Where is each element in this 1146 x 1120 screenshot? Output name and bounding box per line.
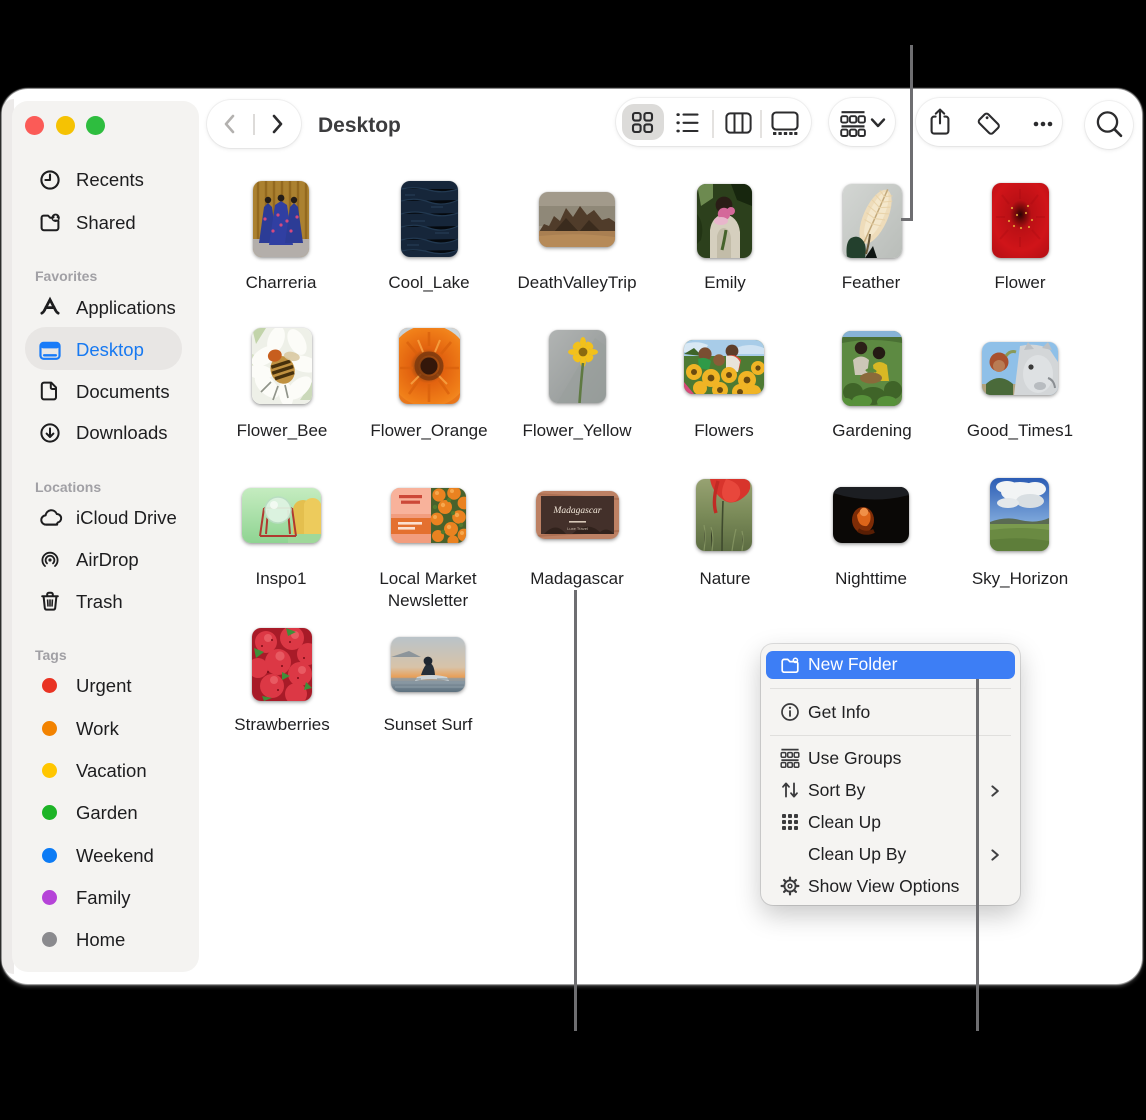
svg-text:Luxe Travel: Luxe Travel bbox=[567, 526, 588, 531]
svg-text:Madagascar: Madagascar bbox=[552, 506, 601, 516]
